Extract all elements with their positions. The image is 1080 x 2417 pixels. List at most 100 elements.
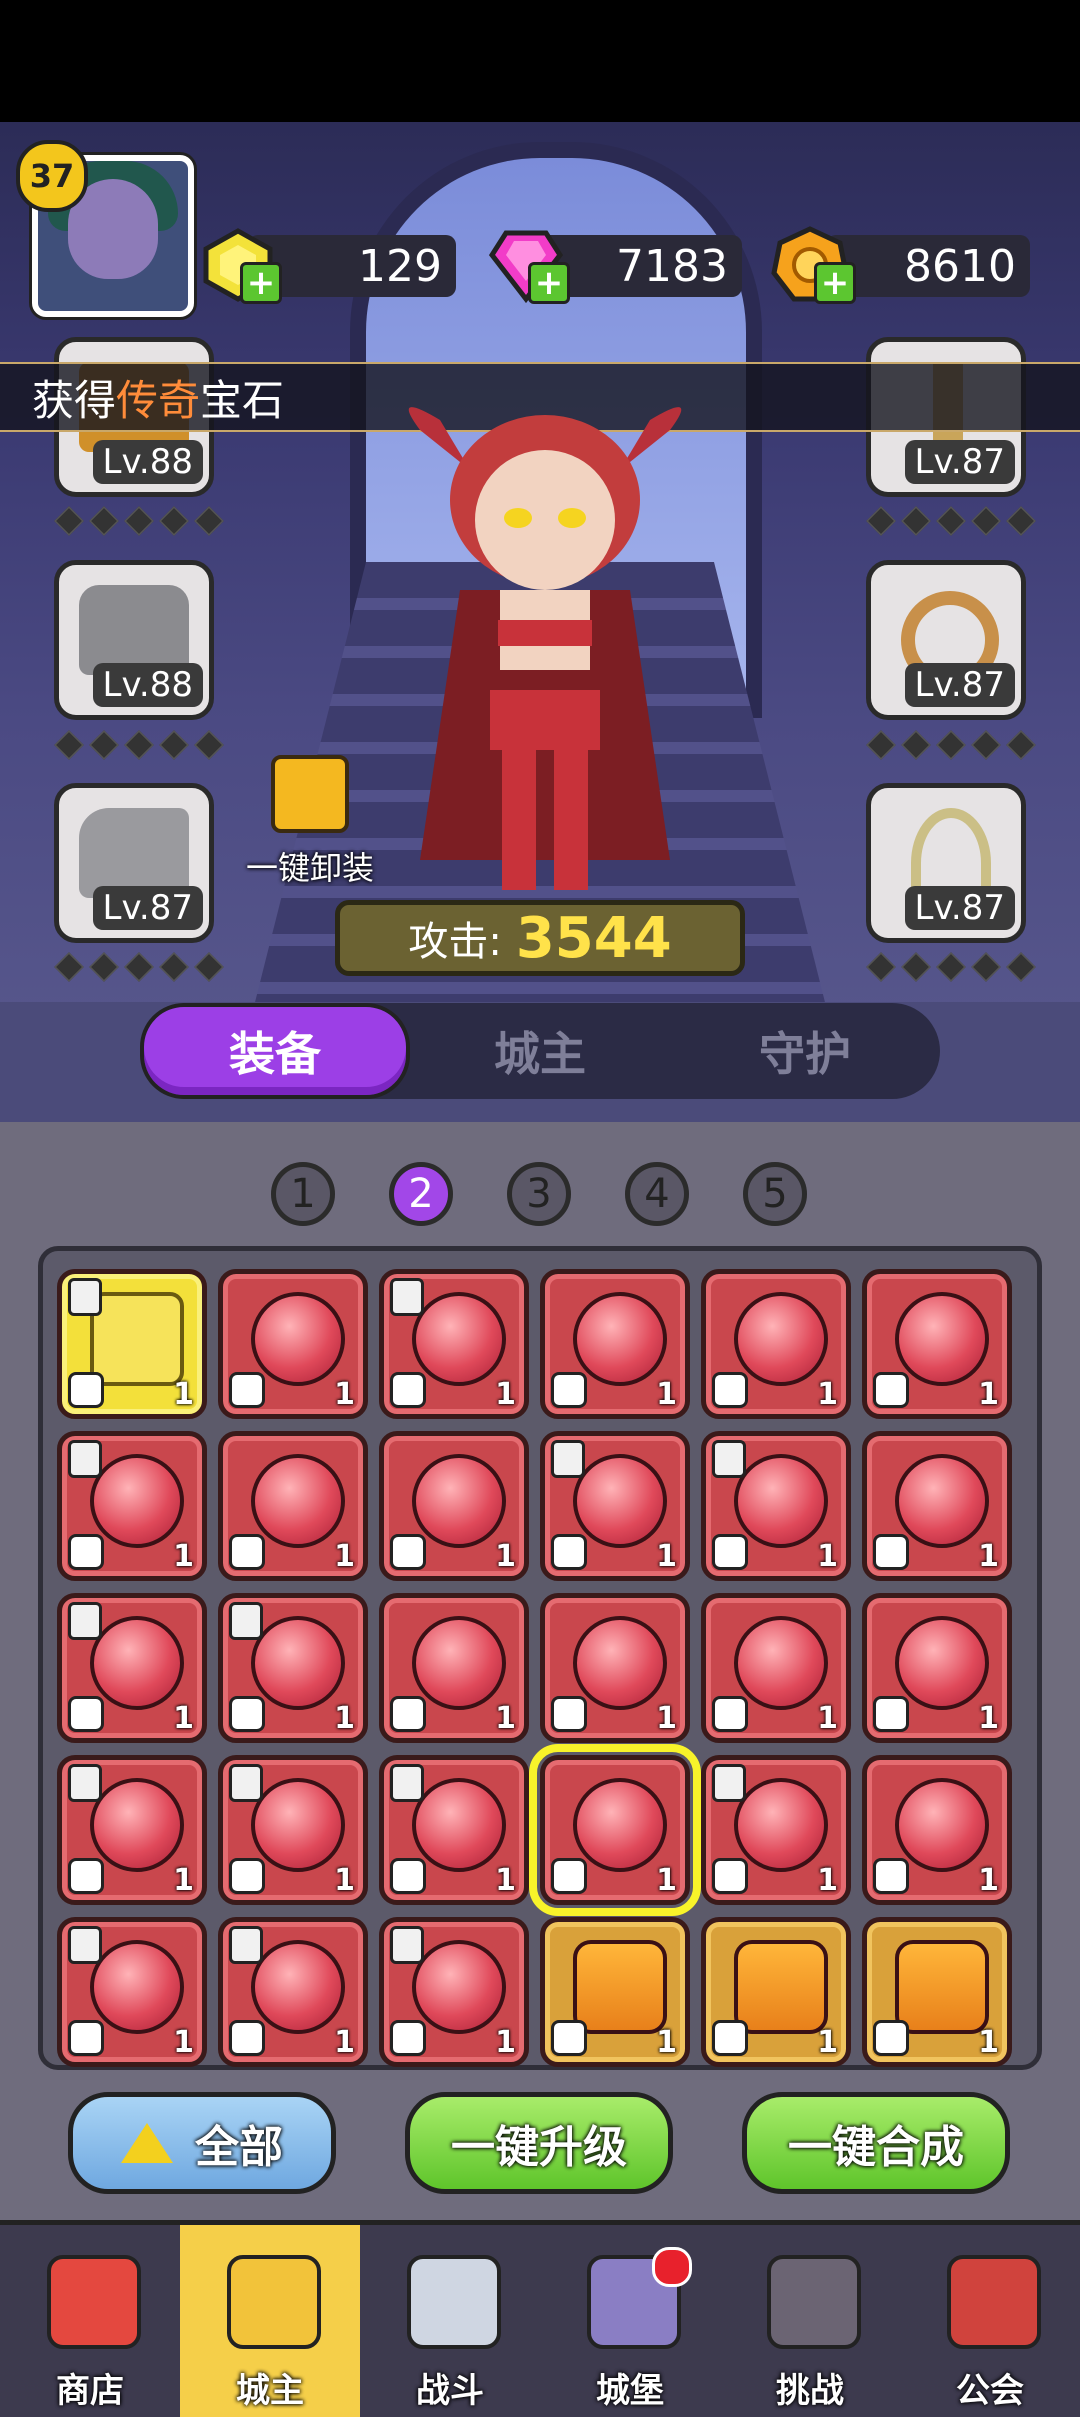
gem-count: 1 — [173, 1701, 194, 1736]
nav-demon[interactable]: 挑战 — [720, 2225, 900, 2417]
nav-label: 挑战 — [776, 2371, 844, 2411]
gem-cell[interactable]: 1 — [862, 1431, 1012, 1581]
red-gem-icon — [734, 1292, 828, 1386]
lock-icon — [229, 1602, 263, 1640]
page-button-1[interactable]: 1 — [271, 1162, 335, 1226]
filter-all-button[interactable]: 全部 — [68, 2092, 336, 2194]
red-gem-icon — [734, 1778, 828, 1872]
red-gem-icon — [251, 1616, 345, 1710]
gem-count: 1 — [656, 1701, 677, 1736]
red-gem-icon — [412, 1616, 506, 1710]
staff-slot-icon — [390, 1858, 426, 1894]
status-bar — [0, 0, 1080, 122]
gem-cell[interactable]: 1 — [57, 1593, 207, 1743]
add-gold-gem-button[interactable]: + — [240, 262, 282, 304]
gem-cell[interactable]: 1 — [701, 1431, 851, 1581]
red-gem-icon — [412, 1940, 506, 2034]
gem-cell[interactable]: 1 — [701, 1755, 851, 1905]
nav-castle[interactable]: 城堡 — [540, 2225, 720, 2417]
page-button-4[interactable]: 4 — [625, 1162, 689, 1226]
gem-cell[interactable]: 1 — [379, 1755, 529, 1905]
staff-slot-icon — [68, 1858, 104, 1894]
red-gem-icon — [895, 1778, 989, 1872]
gem-cell[interactable]: 1 — [862, 1269, 1012, 1419]
page-button-3[interactable]: 3 — [507, 1162, 571, 1226]
gem-cell[interactable]: 1 — [862, 1593, 1012, 1743]
demon-icon — [767, 2255, 861, 2349]
add-pink-crystal-button[interactable]: + — [528, 262, 570, 304]
equip-slot-boot[interactable]: Lv.87 — [54, 783, 214, 943]
gem-cell[interactable]: 1 — [540, 1917, 690, 2067]
tab-guard[interactable]: 守护 — [670, 1003, 940, 1099]
equip-level: Lv.87 — [904, 886, 1015, 930]
necklace-slot-icon — [873, 1858, 909, 1894]
equip-slot-armor[interactable]: Lv.88 — [54, 560, 214, 720]
star-rating — [54, 952, 224, 982]
necklace-slot-icon — [551, 1858, 587, 1894]
armor-slot-icon — [551, 1534, 587, 1570]
equip-slot-necklace[interactable]: Lv.87 — [866, 783, 1026, 943]
page-button-5[interactable]: 5 — [743, 1162, 807, 1226]
gem-cell[interactable]: 1 — [218, 1755, 368, 1905]
gem-cell[interactable]: 1 — [218, 1917, 368, 2067]
hero-character — [408, 407, 682, 890]
nav-crown[interactable]: 城主 — [180, 2225, 360, 2417]
gem-cell[interactable]: 1 — [57, 1917, 207, 2067]
gem-cell[interactable]: 1 — [540, 1431, 690, 1581]
page-button-2[interactable]: 2 — [389, 1162, 453, 1226]
equip-slot-ring[interactable]: Lv.87 — [866, 560, 1026, 720]
gem-cell[interactable]: 1 — [862, 1755, 1012, 1905]
unequip-all-button[interactable]: 一键卸装 — [230, 755, 390, 889]
triangle-icon — [121, 2123, 173, 2163]
crown-slot-icon — [229, 1372, 265, 1408]
nav-label: 城堡 — [596, 2371, 664, 2411]
gem-cell[interactable]: 1 — [529, 1744, 701, 1916]
upgrade-all-button[interactable]: 一键升级 — [405, 2092, 673, 2194]
gem-cell[interactable]: 1 — [701, 1593, 851, 1743]
orange-gem-icon — [895, 1940, 989, 2034]
gem-cell[interactable]: 1 — [379, 1269, 529, 1419]
gem-cell[interactable]: 1 — [379, 1917, 529, 2067]
equip-level: Lv.87 — [904, 440, 1015, 484]
tab-lord[interactable]: 城主 — [405, 1003, 675, 1099]
gem-cell[interactable]: 1 — [57, 1431, 207, 1581]
gem-cell[interactable]: 1 — [540, 1593, 690, 1743]
red-gem-icon — [895, 1292, 989, 1386]
gem-count: 1 — [656, 1863, 677, 1898]
add-gold-coin-button[interactable]: + — [814, 262, 856, 304]
gem-cell[interactable]: 1 — [862, 1917, 1012, 2067]
red-gem-icon — [734, 1616, 828, 1710]
nav-shop[interactable]: 商店 — [0, 2225, 180, 2417]
crown-slot-icon — [390, 1372, 426, 1408]
lock-icon — [551, 1440, 585, 1478]
necklace-slot-icon — [68, 2020, 104, 2056]
gem-cell[interactable]: 1 — [218, 1593, 368, 1743]
gem-cell[interactable]: 1 — [701, 1269, 851, 1419]
gem-cell[interactable]: 1 — [57, 1269, 207, 1419]
nav-label: 城主 — [236, 2371, 304, 2411]
gem-cell[interactable]: 1 — [701, 1917, 851, 2067]
boot-slot-icon — [390, 1696, 426, 1732]
merge-all-button[interactable]: 一键合成 — [742, 2092, 1010, 2194]
gem-cell[interactable]: 1 — [218, 1431, 368, 1581]
nav-swords[interactable]: 战斗 — [360, 2225, 540, 2417]
tab-equipment[interactable]: 装备 — [140, 1003, 410, 1099]
currency-gold-coin-value: 8610 — [826, 235, 1030, 297]
filter-all-label: 全部 — [195, 2122, 283, 2173]
gem-cell[interactable]: 1 — [379, 1593, 529, 1743]
gem-count: 1 — [495, 1539, 516, 1574]
nav-label: 战斗 — [416, 2371, 484, 2411]
red-gem-icon — [412, 1292, 506, 1386]
gem-cell[interactable]: 1 — [379, 1431, 529, 1581]
gem-count: 1 — [495, 2025, 516, 2060]
notice-suffix: 宝石 — [200, 375, 285, 425]
gem-cell[interactable]: 1 — [540, 1269, 690, 1419]
star-rating — [866, 730, 1036, 760]
star-rating — [866, 952, 1036, 982]
gem-cell[interactable]: 1 — [57, 1755, 207, 1905]
nav-banner[interactable]: 公会 — [900, 2225, 1080, 2417]
unequip-all-label: 一键卸装 — [245, 849, 374, 887]
gem-count: 1 — [334, 1701, 355, 1736]
red-gem-icon — [90, 1778, 184, 1872]
gem-cell[interactable]: 1 — [218, 1269, 368, 1419]
